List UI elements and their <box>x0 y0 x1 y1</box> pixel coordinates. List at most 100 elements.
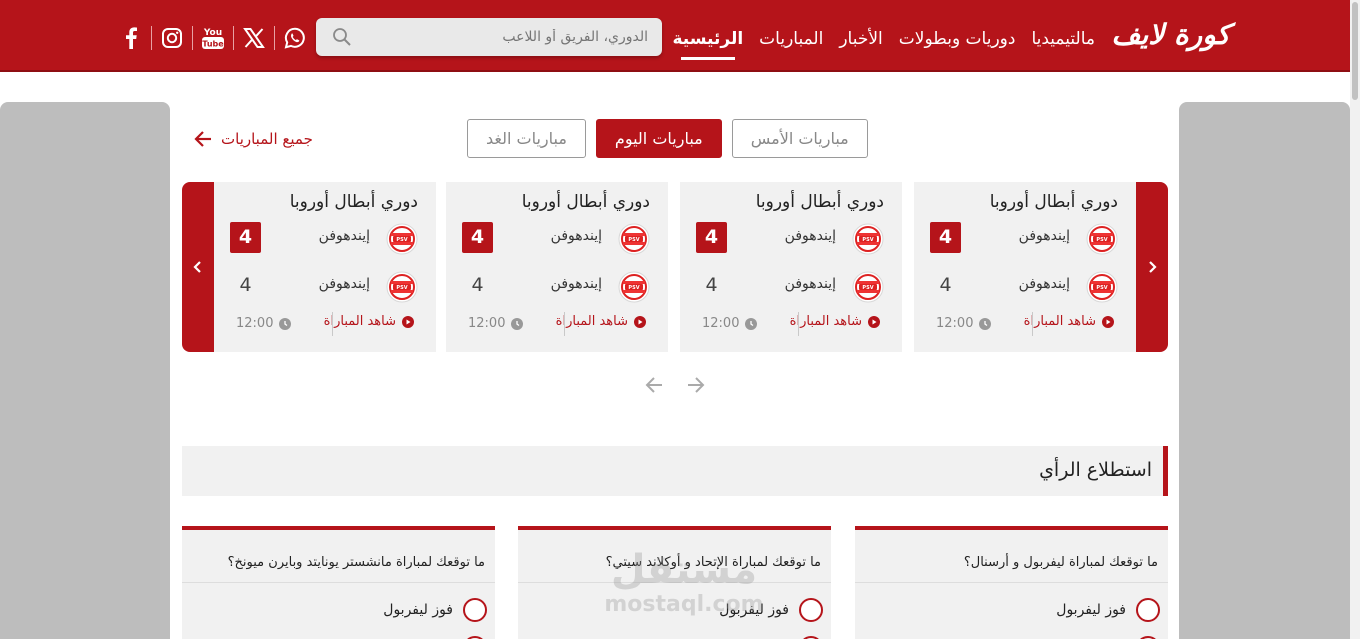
site-logo[interactable]: كورة لايف <box>1105 15 1231 55</box>
poll-radio[interactable] <box>799 598 823 622</box>
poll-question: ما توقعك لمباراة الإتحاد و أوكلاند سيتي؟ <box>605 555 821 570</box>
team-row-home: PSV إيندهوفن 4 <box>446 220 668 256</box>
poll-option[interactable]: فوز ليفربول <box>383 598 487 622</box>
chevron-left-icon <box>193 261 201 273</box>
poll-radio[interactable] <box>463 598 487 622</box>
psv-badge-icon: PSV <box>852 271 884 303</box>
nav-matches[interactable]: المباريات <box>759 28 823 50</box>
league-name: دوري أبطال أوروبا <box>521 192 650 212</box>
poll-card: ما توقعك لمباراة الإتحاد و أوكلاند سيتي؟… <box>518 526 831 639</box>
match-card[interactable]: دوري أبطال أوروبا PSV إيندهوفن 4 PSV إين… <box>446 182 668 352</box>
clock-icon <box>279 317 292 330</box>
svg-text:PSV: PSV <box>1096 237 1107 243</box>
watch-match-link[interactable]: شاهد المباراة <box>1024 314 1114 329</box>
carousel-next-button[interactable] <box>1136 182 1168 352</box>
poll-option[interactable]: فوز ليفربول <box>719 598 823 622</box>
psv-badge-icon: PSV <box>618 223 650 255</box>
poll-card: ما توقعك لمباراة ليفربول و أرسنال؟ فوز ل… <box>855 526 1168 639</box>
play-icon <box>634 315 646 328</box>
league-name: دوري أبطال أوروبا <box>989 192 1118 212</box>
nav-multimedia[interactable]: مالتيميديا <box>1031 28 1095 50</box>
team-score: 4 <box>471 274 484 296</box>
youtube-icon[interactable]: You Tube <box>197 24 229 52</box>
footer-divider <box>332 312 333 336</box>
poll-divider <box>855 582 1168 583</box>
instagram-icon[interactable] <box>156 24 188 52</box>
team-row-away: PSV إيندهوفن 4 <box>680 268 902 304</box>
team-row-home: PSV إيندهوفن 4 <box>214 220 436 256</box>
chevron-right-icon <box>1149 261 1157 273</box>
team-score: 4 <box>930 222 961 253</box>
arrow-left-icon <box>645 377 662 393</box>
facebook-icon[interactable] <box>115 24 147 52</box>
clock-icon <box>511 317 524 330</box>
tab-yesterday[interactable]: مباريات الأمس <box>731 119 868 158</box>
watch-label: شاهد المباراة <box>555 314 628 329</box>
match-footer: شاهد المباراة 12:00 <box>680 312 902 336</box>
psv-badge-icon: PSV <box>386 223 418 255</box>
search-input[interactable] <box>364 18 648 56</box>
psv-badge-icon: PSV <box>852 223 884 255</box>
team-name: إيندهوفن <box>784 228 836 244</box>
svg-text:PSV: PSV <box>396 285 407 291</box>
ad-panel-right <box>1179 102 1350 639</box>
poll-divider <box>182 582 495 583</box>
tab-tomorrow[interactable]: مباريات الغد <box>467 119 586 158</box>
match-time: 12:00 <box>936 316 992 331</box>
nav-leagues[interactable]: دوريات وبطولات <box>899 28 1016 50</box>
tab-today[interactable]: مباريات اليوم <box>595 119 722 158</box>
pager-prev-button[interactable] <box>644 374 664 396</box>
team-score: 4 <box>696 222 727 253</box>
watch-label: شاهد المباراة <box>1023 314 1096 329</box>
social-divider <box>151 26 152 50</box>
svg-text:PSV: PSV <box>862 237 873 243</box>
watch-match-link[interactable]: شاهد المباراة <box>556 314 646 329</box>
search-icon[interactable] <box>332 27 352 47</box>
match-time: 12:00 <box>702 316 758 331</box>
x-icon[interactable] <box>238 24 270 52</box>
poll-card: ما توقعك لمباراة مانشستر يونايتد وبايرن … <box>182 526 495 639</box>
team-row-away: PSV إيندهوفن 4 <box>914 268 1136 304</box>
match-day-tabs: مباريات الغد مباريات اليوم مباريات الأمس <box>467 119 868 158</box>
poll-option-label: فوز ليفربول <box>1056 602 1126 618</box>
team-name: إيندهوفن <box>550 276 602 292</box>
time-value: 12:00 <box>702 316 740 331</box>
team-row-home: PSV إيندهوفن 4 <box>680 220 902 256</box>
page-scrollbar-thumb[interactable] <box>1352 2 1358 100</box>
all-matches-link[interactable]: جميع المباريات <box>193 130 313 148</box>
psv-badge-icon: PSV <box>618 271 650 303</box>
social-divider <box>233 26 234 50</box>
poll-option-label: فوز ليفربول <box>719 602 789 618</box>
svg-text:PSV: PSV <box>1096 285 1107 291</box>
carousel-prev-button[interactable] <box>182 182 214 352</box>
watch-label: شاهد المباراة <box>789 314 862 329</box>
watch-match-link[interactable]: شاهد المباراة <box>790 314 880 329</box>
watch-match-link[interactable]: شاهد المباراة <box>324 314 414 329</box>
poll-radio[interactable] <box>1136 598 1160 622</box>
clock-icon <box>745 317 758 330</box>
poll-option[interactable]: فوز ليفربول <box>1056 598 1160 622</box>
social-links: You Tube <box>115 24 311 52</box>
team-row-away: PSV إيندهوفن 4 <box>446 268 668 304</box>
pager-next-button[interactable] <box>686 374 706 396</box>
nav-news[interactable]: الأخبار <box>839 28 882 50</box>
match-card[interactable]: دوري أبطال أوروبا PSV إيندهوفن 4 PSV إين… <box>680 182 902 352</box>
svg-text:Tube: Tube <box>202 40 224 49</box>
whatsapp-icon[interactable] <box>279 24 311 52</box>
poll-section-header: استطلاع الرأي <box>182 446 1168 496</box>
footer-divider <box>798 312 799 336</box>
team-name: إيندهوفن <box>318 276 370 292</box>
match-card[interactable]: دوري أبطال أوروبا PSV إيندهوفن 4 PSV إين… <box>914 182 1136 352</box>
poll-question: ما توقعك لمباراة ليفربول و أرسنال؟ <box>963 555 1158 570</box>
svg-text:PSV: PSV <box>396 237 407 243</box>
time-value: 12:00 <box>936 316 974 331</box>
match-card[interactable]: دوري أبطال أوروبا PSV إيندهوفن 4 PSV إين… <box>214 182 436 352</box>
nav-home[interactable]: الرئيسية <box>673 28 743 60</box>
search-box <box>316 18 662 56</box>
team-score: 4 <box>239 274 252 296</box>
team-score: 4 <box>705 274 718 296</box>
carousel-pager <box>644 374 706 396</box>
svg-text:PSV: PSV <box>628 285 639 291</box>
social-divider <box>274 26 275 50</box>
match-footer: شاهد المباراة 12:00 <box>914 312 1136 336</box>
